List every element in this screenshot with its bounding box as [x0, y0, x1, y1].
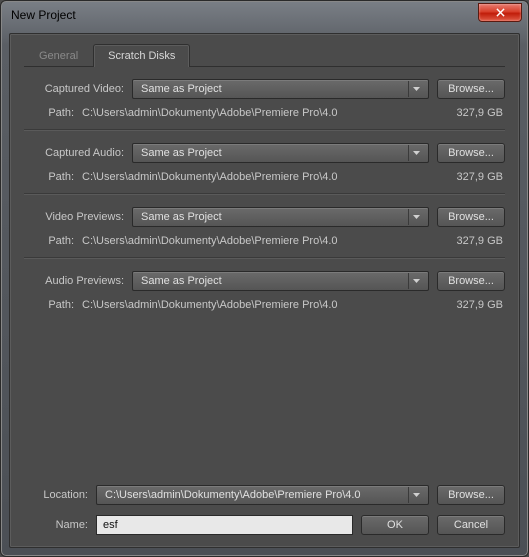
captured-audio-dropdown[interactable]: Same as Project: [132, 143, 429, 163]
captured-audio-path: C:\Users\admin\Dokumenty\Adobe\Premiere …: [82, 171, 427, 183]
captured-video-section: Captured Video: Same as Project Browse..…: [24, 79, 505, 119]
captured-audio-label: Captured Audio:: [24, 147, 132, 159]
divider: [24, 129, 505, 131]
video-previews-browse-button[interactable]: Browse...: [437, 207, 505, 227]
chevron-down-icon: [408, 209, 424, 225]
name-label: Name:: [24, 519, 96, 531]
path-label: Path:: [24, 171, 82, 183]
audio-previews-label: Audio Previews:: [24, 275, 132, 287]
divider: [24, 193, 505, 195]
captured-video-browse-button[interactable]: Browse...: [437, 79, 505, 99]
video-previews-path: C:\Users\admin\Dokumenty\Adobe\Premiere …: [82, 235, 427, 247]
titlebar[interactable]: New Project: [1, 1, 528, 29]
path-label: Path:: [24, 235, 82, 247]
location-dropdown[interactable]: C:\Users\admin\Dokumenty\Adobe\Premiere …: [96, 485, 429, 505]
ok-button[interactable]: OK: [361, 515, 429, 535]
path-label: Path:: [24, 299, 82, 311]
location-label: Location:: [24, 489, 96, 501]
tab-scratch-disks[interactable]: Scratch Disks: [93, 44, 190, 67]
name-input[interactable]: [96, 515, 353, 535]
location-browse-button[interactable]: Browse...: [437, 485, 505, 505]
close-icon: [495, 8, 506, 17]
chevron-down-icon: [408, 487, 424, 503]
chevron-down-icon: [408, 273, 424, 289]
dialog-footer: Location: C:\Users\admin\Dokumenty\Adobe…: [24, 485, 505, 535]
audio-previews-section: Audio Previews: Same as Project Browse..…: [24, 271, 505, 311]
tab-bar: General Scratch Disks: [24, 44, 505, 67]
chevron-down-icon: [408, 145, 424, 161]
window-title: New Project: [11, 8, 478, 22]
captured-video-dropdown[interactable]: Same as Project: [132, 79, 429, 99]
video-previews-dropdown[interactable]: Same as Project: [132, 207, 429, 227]
audio-previews-dropdown[interactable]: Same as Project: [132, 271, 429, 291]
scratch-disks-panel: Captured Video: Same as Project Browse..…: [24, 79, 505, 485]
captured-audio-section: Captured Audio: Same as Project Browse..…: [24, 143, 505, 183]
new-project-dialog: New Project General Scratch Disks Captur…: [0, 0, 529, 557]
chevron-down-icon: [408, 81, 424, 97]
captured-audio-browse-button[interactable]: Browse...: [437, 143, 505, 163]
captured-video-path: C:\Users\admin\Dokumenty\Adobe\Premiere …: [82, 107, 427, 119]
video-previews-label: Video Previews:: [24, 211, 132, 223]
captured-audio-size: 327,9 GB: [427, 171, 505, 183]
audio-previews-size: 327,9 GB: [427, 299, 505, 311]
tab-general[interactable]: General: [24, 44, 93, 67]
captured-video-label: Captured Video:: [24, 83, 132, 95]
close-button[interactable]: [478, 3, 522, 22]
audio-previews-path: C:\Users\admin\Dokumenty\Adobe\Premiere …: [82, 299, 427, 311]
video-previews-section: Video Previews: Same as Project Browse..…: [24, 207, 505, 247]
path-label: Path:: [24, 107, 82, 119]
cancel-button[interactable]: Cancel: [437, 515, 505, 535]
dialog-body: General Scratch Disks Captured Video: Sa…: [9, 33, 520, 548]
captured-video-size: 327,9 GB: [427, 107, 505, 119]
divider: [24, 257, 505, 259]
audio-previews-browse-button[interactable]: Browse...: [437, 271, 505, 291]
video-previews-size: 327,9 GB: [427, 235, 505, 247]
